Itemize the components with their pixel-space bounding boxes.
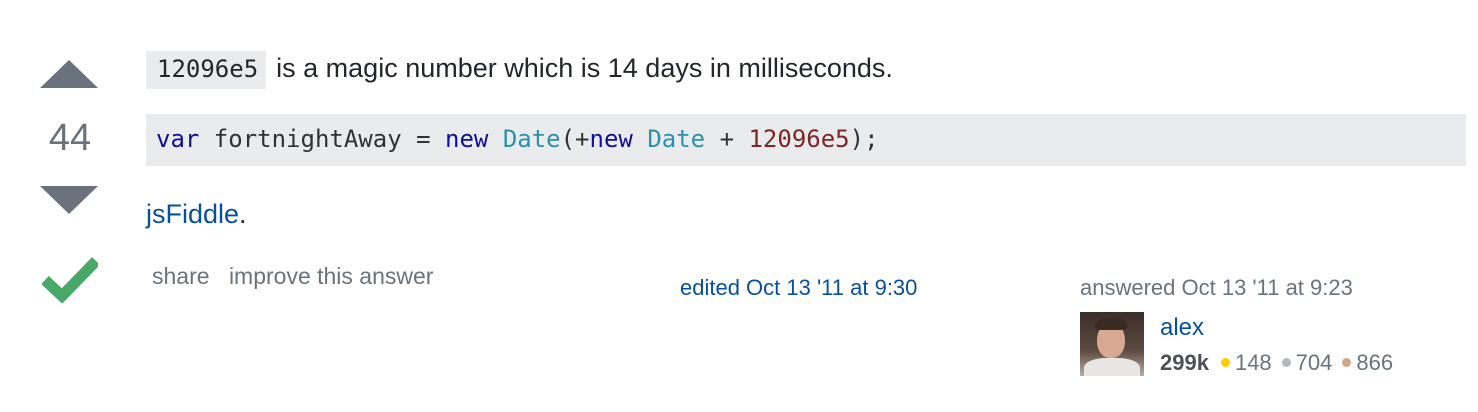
user-reputation-line: 299k 148 704 866 xyxy=(1160,350,1399,376)
gold-badge-icon xyxy=(1220,358,1230,368)
code-token-plain: fortnightAway = xyxy=(199,125,445,153)
accepted-checkmark-icon[interactable] xyxy=(42,255,98,303)
jsfiddle-link[interactable]: jsFiddle xyxy=(146,199,239,229)
improve-answer-link[interactable]: improve this answer xyxy=(229,263,434,289)
code-token-number: 12096e5 xyxy=(748,125,850,153)
code-token-keyword: new xyxy=(445,125,489,153)
reputation-score: 299k xyxy=(1160,350,1209,375)
code-token-plain: (+ xyxy=(560,125,590,153)
gold-badge-count: 148 xyxy=(1234,350,1272,375)
code-token-type: Date xyxy=(502,125,561,153)
code-content: var fortnightAway = new Date(+new Date +… xyxy=(156,125,879,153)
code-token-plain: + xyxy=(705,125,749,153)
code-token-type: Date xyxy=(647,125,706,153)
link-suffix: . xyxy=(239,199,247,229)
answered-timestamp: answered Oct 13 '11 at 9:23 xyxy=(1080,275,1353,300)
intro-text: is a magic number which is 14 days in mi… xyxy=(276,53,893,83)
vote-count: 44 xyxy=(48,117,92,159)
answer-intro: 12096e5 is a magic number which is 14 day… xyxy=(146,48,1466,89)
code-token-keyword: var xyxy=(156,125,200,153)
answer-body: 12096e5 is a magic number which is 14 day… xyxy=(146,48,1466,229)
badge-bronze: 866 xyxy=(1338,350,1399,375)
user-avatar[interactable] xyxy=(1080,312,1144,376)
post-menu: share improve this answer xyxy=(152,263,446,290)
vote-cell: 44 xyxy=(0,0,140,412)
user-name-link[interactable]: alex xyxy=(1160,314,1204,342)
silver-badge-icon xyxy=(1281,358,1291,368)
edited-timestamp-link[interactable]: edited Oct 13 '11 at 9:30 xyxy=(680,275,917,301)
code-token-keyword: new xyxy=(589,125,633,153)
fiddle-paragraph: jsFiddle. xyxy=(146,196,247,232)
badge-gold: 148 xyxy=(1217,350,1278,375)
bronze-badge-count: 866 xyxy=(1356,350,1394,375)
code-block: var fortnightAway = new Date(+new Date +… xyxy=(146,114,1466,166)
code-token-plain: ); xyxy=(849,125,879,153)
badge-silver: 704 xyxy=(1278,350,1339,375)
downvote-arrow-icon[interactable] xyxy=(40,186,98,214)
upvote-arrow-icon[interactable] xyxy=(40,60,98,88)
share-link[interactable]: share xyxy=(152,263,210,289)
inline-code: 12096e5 xyxy=(146,51,267,89)
silver-badge-count: 704 xyxy=(1295,350,1333,375)
bronze-badge-icon xyxy=(1342,358,1352,368)
